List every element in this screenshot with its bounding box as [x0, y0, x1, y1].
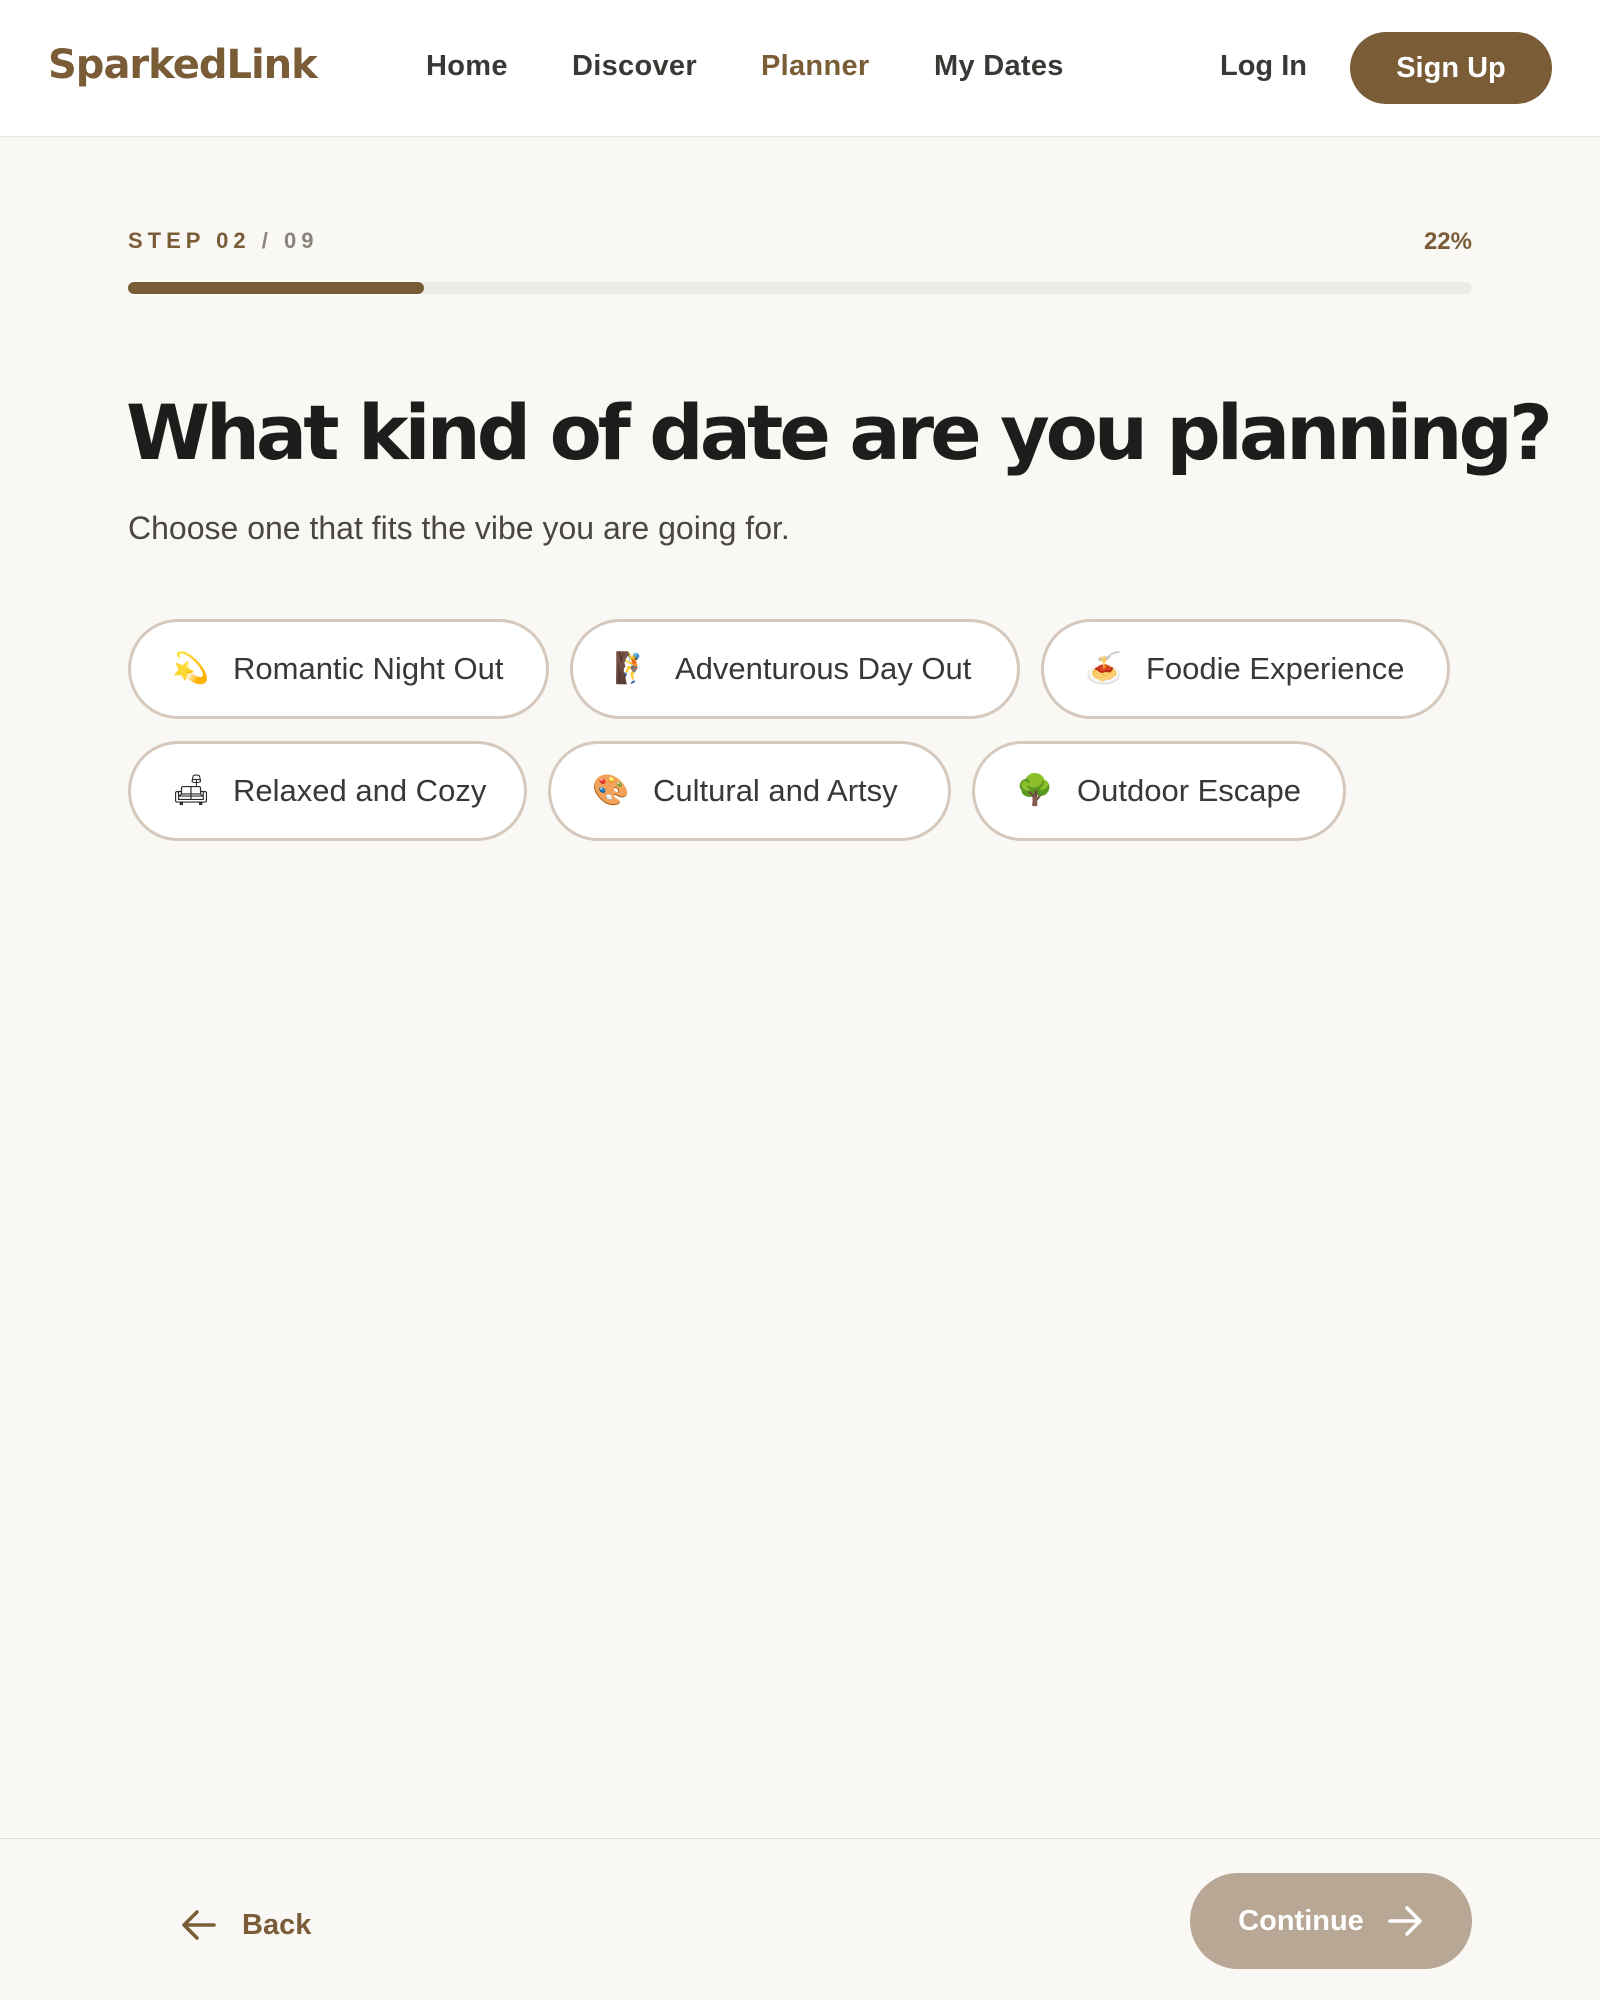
- back-button[interactable]: Back: [180, 1901, 311, 1949]
- option-label: Romantic Night Out: [233, 651, 504, 686]
- option-label: Foodie Experience: [1146, 651, 1405, 686]
- step-indicator: STEP 02 / 09: [128, 228, 318, 254]
- planner-page: SparkedLink Home Discover Planner My Dat…: [0, 0, 1600, 2000]
- option-romantic-night-out[interactable]: 💫 Romantic Night Out: [128, 619, 549, 719]
- continue-button[interactable]: Continue: [1190, 1873, 1472, 1969]
- option-label: Relaxed and Cozy: [233, 773, 487, 808]
- option-label: Outdoor Escape: [1077, 773, 1302, 808]
- sparkle-moon-icon: 💫: [172, 651, 210, 686]
- couch-icon: 🛋: [171, 773, 211, 808]
- climbing-icon: 🧗: [614, 651, 652, 686]
- arrow-right-icon: [1388, 1906, 1422, 1936]
- option-foodie-experience[interactable]: 🍝 Foodie Experience: [1041, 619, 1450, 719]
- brand-logo[interactable]: SparkedLink: [48, 42, 318, 88]
- sign-up-button[interactable]: Sign Up: [1350, 32, 1552, 104]
- option-relaxed-and-cozy[interactable]: 🛋 Relaxed and Cozy: [128, 741, 527, 841]
- question-title: What kind of date are you planning?: [126, 388, 1553, 477]
- tree-icon: 🌳: [1016, 773, 1054, 808]
- progress-bar-fill: [128, 282, 424, 294]
- wizard-footer: Back Continue: [0, 1838, 1600, 2000]
- option-label: Cultural and Artsy: [653, 773, 898, 808]
- step-current: STEP 02: [128, 228, 251, 253]
- continue-label: Continue: [1238, 1904, 1364, 1937]
- spaghetti-icon: 🍝: [1085, 651, 1123, 686]
- option-cultural-and-artsy[interactable]: 🎨 Cultural and Artsy: [548, 741, 951, 841]
- palette-icon: 🎨: [592, 773, 630, 808]
- option-adventurous-day-out[interactable]: 🧗 Adventurous Day Out: [570, 619, 1020, 719]
- nav-home-link[interactable]: Home: [426, 50, 566, 83]
- arrow-left-icon: [182, 1910, 216, 1940]
- nav-discover-link[interactable]: Discover: [572, 50, 732, 83]
- progress-percent: 22%: [1423, 228, 1472, 255]
- step-total: / 09: [250, 228, 319, 253]
- option-outdoor-escape[interactable]: 🌳 Outdoor Escape: [972, 741, 1346, 841]
- progress-bar: [128, 282, 1472, 294]
- login-link[interactable]: Log In: [1220, 50, 1307, 83]
- back-label: Back: [242, 1908, 312, 1941]
- question-subtitle: Choose one that fits the vibe you are go…: [128, 510, 790, 546]
- option-label: Adventurous Day Out: [675, 651, 972, 686]
- nav-my-dates-link[interactable]: My Dates: [934, 50, 1114, 83]
- nav-planner-link[interactable]: Planner: [761, 50, 901, 83]
- top-nav-bar: SparkedLink Home Discover Planner My Dat…: [0, 0, 1600, 137]
